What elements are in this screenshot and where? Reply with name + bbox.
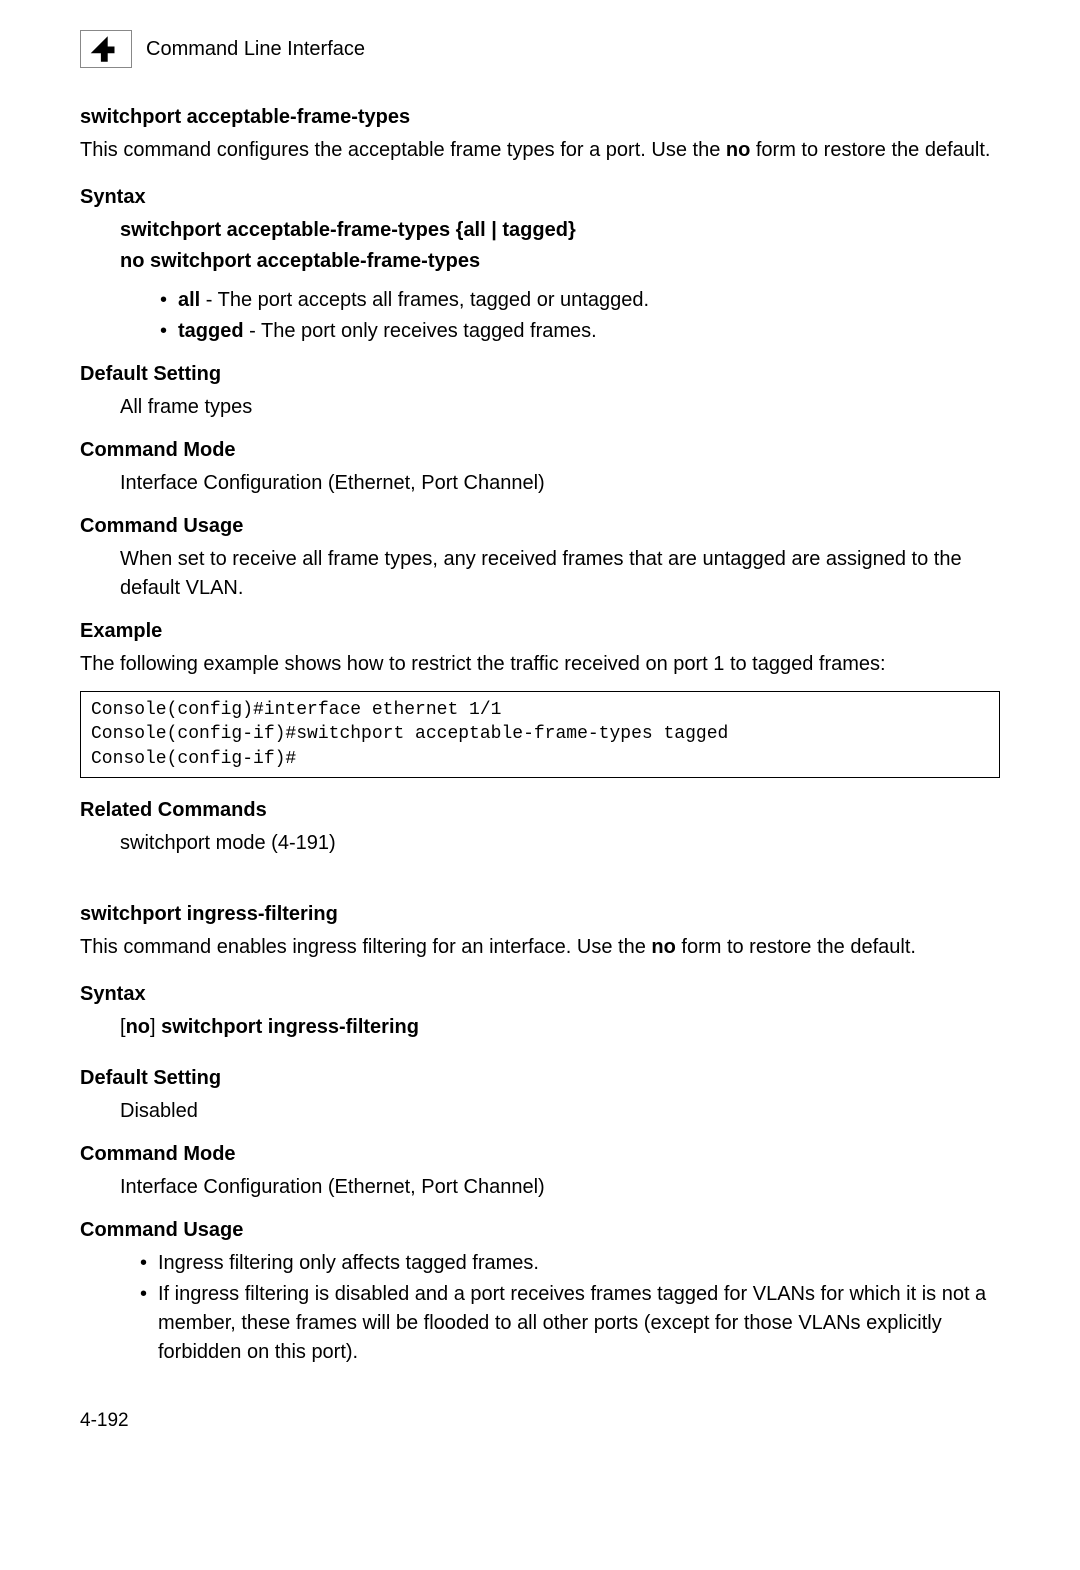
- syntax-heading: Syntax: [80, 183, 1000, 212]
- desc-text: form to restore the default.: [750, 139, 990, 161]
- default-setting-heading: Default Setting: [80, 1064, 1000, 1093]
- desc-text: This command configures the acceptable f…: [80, 139, 726, 161]
- default-setting-value: All frame types: [120, 393, 1000, 422]
- command-mode-value: Interface Configuration (Ethernet, Port …: [120, 1173, 1000, 1202]
- syntax-cmd: switchport ingress-filtering: [161, 1016, 419, 1038]
- default-setting-value: Disabled: [120, 1097, 1000, 1126]
- list-item: Ingress filtering only affects tagged fr…: [140, 1249, 1000, 1278]
- command-usage-heading: Command Usage: [80, 512, 1000, 541]
- page-header: Command Line Interface: [80, 30, 1000, 68]
- related-commands-heading: Related Commands: [80, 796, 1000, 825]
- related-commands-value: switchport mode (4-191): [120, 829, 1000, 858]
- desc-text: This command enables ingress filtering f…: [80, 936, 651, 958]
- param-name: tagged: [178, 320, 244, 342]
- list-item: If ingress filtering is disabled and a p…: [140, 1280, 1000, 1367]
- default-setting-heading: Default Setting: [80, 360, 1000, 389]
- command-description: This command configures the acceptable f…: [80, 136, 1000, 165]
- parameter-list: all - The port accepts all frames, tagge…: [160, 286, 1000, 346]
- command-usage-list: Ingress filtering only affects tagged fr…: [140, 1249, 1000, 1367]
- command-title-acceptable-frame-types: switchport acceptable-frame-types: [80, 103, 1000, 132]
- header-title: Command Line Interface: [146, 35, 365, 64]
- command-mode-heading: Command Mode: [80, 436, 1000, 465]
- syntax-line: switchport acceptable-frame-types {all |…: [120, 216, 1000, 245]
- desc-bold: no: [726, 139, 750, 161]
- desc-bold: no: [651, 936, 675, 958]
- list-item: tagged - The port only receives tagged f…: [160, 317, 1000, 346]
- command-description: This command enables ingress filtering f…: [80, 933, 1000, 962]
- syntax-heading: Syntax: [80, 980, 1000, 1009]
- command-usage-heading: Command Usage: [80, 1216, 1000, 1245]
- command-mode-heading: Command Mode: [80, 1140, 1000, 1169]
- syntax-line: [no] switchport ingress-filtering: [120, 1013, 1000, 1042]
- param-desc: - The port accepts all frames, tagged or…: [200, 289, 649, 311]
- chapter-number-icon: [80, 30, 132, 68]
- example-heading: Example: [80, 617, 1000, 646]
- param-desc: - The port only receives tagged frames.: [244, 320, 597, 342]
- syntax-no: no: [126, 1016, 150, 1038]
- example-code-block: Console(config)#interface ethernet 1/1 C…: [80, 691, 1000, 778]
- command-mode-value: Interface Configuration (Ethernet, Port …: [120, 469, 1000, 498]
- desc-text: form to restore the default.: [676, 936, 916, 958]
- command-usage-text: When set to receive all frame types, any…: [120, 545, 1000, 603]
- list-item: all - The port accepts all frames, tagge…: [160, 286, 1000, 315]
- command-title-ingress-filtering: switchport ingress-filtering: [80, 900, 1000, 929]
- page-number: 4-192: [80, 1407, 1000, 1435]
- example-intro-text: The following example shows how to restr…: [80, 650, 1000, 679]
- syntax-line: no switchport acceptable-frame-types: [120, 247, 1000, 276]
- param-name: all: [178, 289, 200, 311]
